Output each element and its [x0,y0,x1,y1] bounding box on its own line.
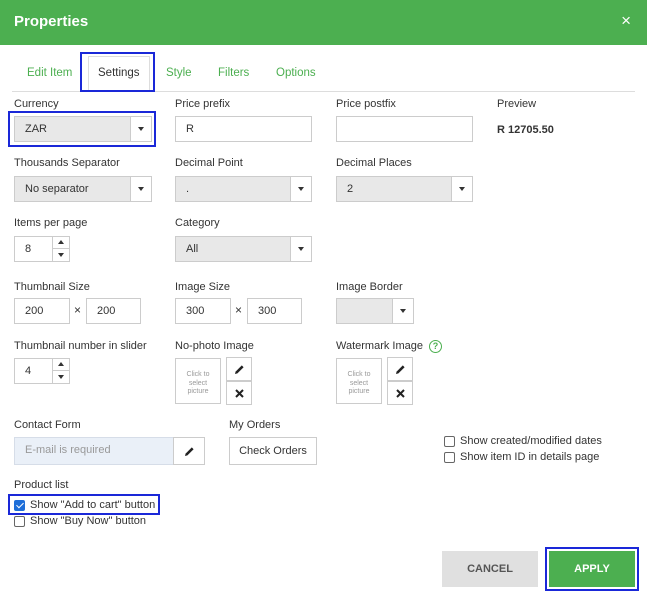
preview-value: R 12705.50 [497,124,554,136]
show-item-id-label: Show item ID in details page [460,451,600,463]
pencil-icon [234,365,244,375]
settings-tab-highlight [80,52,155,92]
picker-hint-line: Click to [186,371,210,378]
decimal-places-label: Decimal Places [336,157,412,169]
show-dates-checkbox[interactable] [444,436,455,447]
contact-form-edit-button[interactable] [173,437,205,465]
no-photo-image-picker[interactable]: Click to select picture [175,358,221,404]
image-border-label: Image Border [336,281,403,293]
stepper-down-icon[interactable] [52,371,69,383]
chevron-down-icon [290,177,311,201]
items-per-page-label: Items per page [14,217,88,229]
currency-highlight [8,111,156,147]
stepper-up-icon[interactable] [52,359,69,371]
tab-filters[interactable]: Filters [218,67,249,79]
price-prefix-label: Price prefix [175,98,231,110]
decimal-point-label: Decimal Point [175,157,243,169]
price-postfix-input[interactable] [336,116,473,142]
picker-hint-line: select [188,379,208,387]
no-photo-edit-button[interactable] [226,357,252,381]
tab-options[interactable]: Options [276,67,316,79]
decimal-point-select[interactable]: . [175,176,312,202]
picker-hint-line: picture [187,388,209,395]
close-icon[interactable]: × [621,12,631,30]
apply-button[interactable]: APPLY [549,551,635,587]
chevron-down-icon [392,299,413,323]
picker-hint-line: select [349,379,369,387]
currency-label: Currency [14,98,59,110]
chevron-down-icon [451,177,472,201]
category-label: Category [175,217,220,229]
stepper-down-icon[interactable] [52,249,69,261]
times-icon: × [74,303,82,317]
thousands-separator-value: No separator [25,183,89,195]
category-value: All [186,243,199,255]
picker-hint-line: picture [348,388,370,395]
decimal-places-select[interactable]: 2 [336,176,473,202]
thumbnail-width-input[interactable]: 200 [14,298,70,324]
items-per-page-stepper[interactable]: 8 [14,236,70,262]
preview-label: Preview [497,98,537,110]
image-width-input[interactable]: 300 [175,298,231,324]
buy-now-checkbox[interactable] [14,516,25,527]
thumbnail-number-stepper[interactable]: 4 [14,358,70,384]
decimal-places-value: 2 [347,183,354,195]
no-photo-image-label: No-photo Image [175,340,254,352]
watermark-clear-button[interactable] [387,381,413,405]
cancel-button[interactable]: CANCEL [442,551,538,587]
thousands-separator-select[interactable]: No separator [14,176,152,202]
thumbnail-number-label: Thumbnail number in slider [14,340,147,352]
product-list-label: Product list [14,479,69,491]
close-icon [395,389,405,399]
watermark-edit-button[interactable] [387,357,413,381]
contact-form-placeholder: E-mail is required [25,444,111,456]
show-item-id-checkbox[interactable] [444,452,455,463]
dialog-header: Properties × [0,0,647,45]
my-orders-label: My Orders [229,419,281,431]
dialog-title: Properties [14,13,89,30]
help-icon[interactable]: ? [429,340,442,353]
picker-hint-line: Click to [347,371,371,378]
watermark-image-picker[interactable]: Click to select picture [336,358,382,404]
decimal-point-value: . [186,183,190,195]
thousands-separator-label: Thousands Separator [14,157,120,169]
category-select[interactable]: All [175,236,312,262]
thumbnail-height-input[interactable]: 200 [86,298,141,324]
check-orders-button[interactable]: Check Orders [229,437,317,465]
items-per-page-value: 8 [25,243,32,255]
price-prefix-input[interactable]: R [175,116,312,142]
contact-form-label: Contact Form [14,419,81,431]
chevron-down-icon [290,237,311,261]
watermark-image-label: Watermark Image [336,340,424,352]
chevron-down-icon [130,177,151,201]
thumbnail-number-value: 4 [25,365,32,377]
image-size-label: Image Size [175,281,231,293]
image-border-select[interactable] [336,298,414,324]
show-dates-label: Show created/modified dates [460,435,602,447]
price-postfix-label: Price postfix [336,98,396,110]
times-icon: × [235,303,243,317]
no-photo-clear-button[interactable] [226,381,252,405]
stepper-up-icon[interactable] [52,237,69,249]
add-to-cart-highlight [8,494,160,515]
tab-edit-item[interactable]: Edit Item [27,67,72,79]
tab-style[interactable]: Style [166,67,192,79]
thumbnail-size-label: Thumbnail Size [14,281,90,293]
close-icon [234,389,244,399]
image-height-input[interactable]: 300 [247,298,302,324]
buy-now-label: Show "Buy Now" button [30,515,147,527]
pencil-icon [184,447,194,457]
contact-form-input[interactable]: E-mail is required [14,437,174,465]
pencil-icon [395,365,405,375]
